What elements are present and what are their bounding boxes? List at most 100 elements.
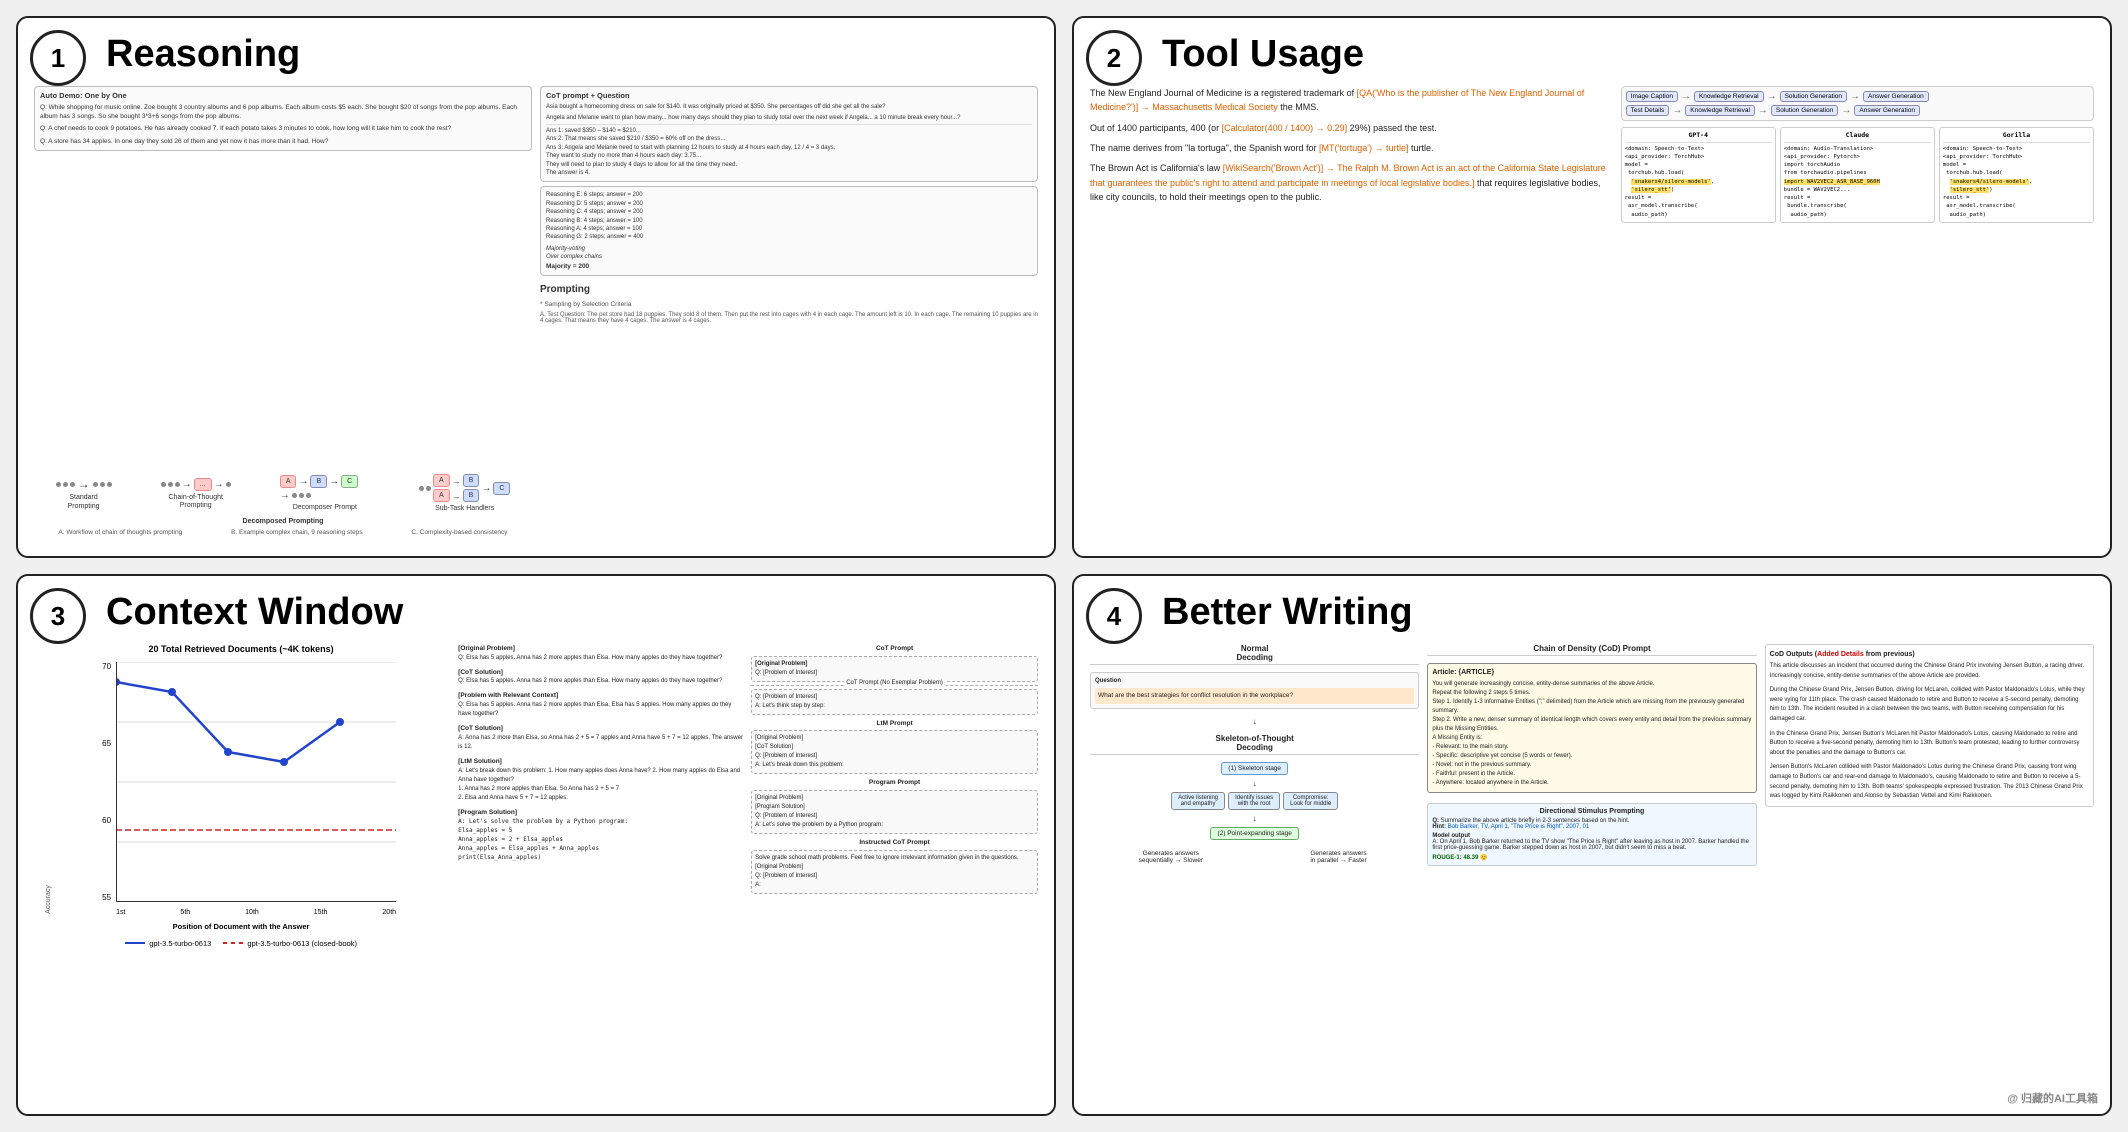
cot-prompt-content: Asia bought a homecoming dress on sale f… xyxy=(546,103,1032,111)
x-tick-10th: 10th xyxy=(245,909,259,916)
legend-gpt-solid: gpt-3.5-turbo-0613 xyxy=(125,939,211,948)
normal-divider: ↓ xyxy=(1090,717,1419,726)
card-context-window: 3 Context Window 20 Total Retrieved Docu… xyxy=(16,574,1056,1116)
writing-col-density: Chain of Density (CoD) Prompt Article: {… xyxy=(1427,644,1756,1094)
gpt4-code: <domain: Speech-to-Text> <api_provider: … xyxy=(1625,145,1772,219)
majority-voting: Majority-votingOver complex chains xyxy=(546,245,1032,262)
skeleton-diagram: (1) Skeleton stage ↓ Active listeningand… xyxy=(1090,762,1419,840)
directional-stimulus-box: Directional Stimulus Prompting Q: Summar… xyxy=(1427,803,1756,866)
reasoning-counts-box: Reasoning E: 6 steps; answer = 200 Reaso… xyxy=(540,186,1038,275)
chart-plot-area: 1st 5th 10th 15th 20th xyxy=(116,662,396,916)
context-col2: CoT Prompt [Original Problem] Q: [Proble… xyxy=(751,644,1038,1094)
sequential-label: Generates answerssequentially → Slower xyxy=(1090,850,1252,864)
pipeline-row-1: Image Caption → Knowledge Retrieval → So… xyxy=(1626,91,2089,102)
cot-prompt-label: CoT Prompt xyxy=(751,644,1038,654)
cot-sol2-text: A: Anna has 2 more than Elsa, so Anna ha… xyxy=(458,734,745,752)
question-1: Q: While shopping for music online. Zoe … xyxy=(40,103,526,121)
solution-gen-node-1: Solution Generation xyxy=(1780,91,1847,102)
x-axis-ticks: 1st 5th 10th 15th 20th xyxy=(116,907,396,916)
card-number-4: 4 xyxy=(1086,588,1142,644)
reasoning-left: Auto Demo: One by One Q: While shopping … xyxy=(34,86,532,536)
answer-gen-node-1: Answer Generation xyxy=(1863,91,1929,102)
footer-a: A. Workflow of chain of thoughts prompti… xyxy=(58,529,182,536)
footer-c: C. Complexity-based consistency xyxy=(411,529,507,536)
prompting-label: Prompting xyxy=(540,284,1038,295)
normal-question-text: What are the best strategies for conflic… xyxy=(1095,688,1414,704)
program-solution: [Program Solution] A: Let's solve the pr… xyxy=(458,808,745,863)
orig-prob-title: [Original Problem] xyxy=(458,644,745,654)
writing-col-normal: NormalDecoding Question What are the bes… xyxy=(1090,644,1419,1094)
original-problem: [Original Problem] Q: Elsa has 5 apples.… xyxy=(458,644,745,663)
gpt4-code-block: GPT-4 <domain: Speech-to-Text> <api_prov… xyxy=(1621,127,1776,223)
card-content-context: 20 Total Retrieved Documents (~4K tokens… xyxy=(34,644,1038,1094)
qa-highlight-1: [QA('Who is the publisher of The New Eng… xyxy=(1090,88,1584,112)
skel-arrow-2: ↓ xyxy=(1253,814,1257,823)
tool-usage-text: The New England Journal of Medicine is a… xyxy=(1090,86,1611,536)
claude-header: Claude xyxy=(1784,131,1931,143)
footer-b: B. Example complex chain, 9 reasoning st… xyxy=(231,529,363,536)
tool-para-3: The name derives from "la tortuga", the … xyxy=(1090,141,1611,155)
card-title-tool-usage: Tool Usage xyxy=(1162,34,2094,76)
cot-sol-title: [CoT Solution] xyxy=(458,668,745,678)
active-listening-box: Active listeningand empathy xyxy=(1171,792,1225,810)
mt-highlight: [MT('tortuga') → turtle] xyxy=(1319,143,1408,153)
cot-prompting-label: Chain-of-ThoughtPrompting xyxy=(168,494,222,511)
tool-para-1: The New England Journal of Medicine is a… xyxy=(1090,86,1611,115)
writing-inner: NormalDecoding Question What are the bes… xyxy=(1090,644,2094,1094)
tool-usage-inner: The New England Journal of Medicine is a… xyxy=(1090,86,2094,536)
standard-prompting-label: StandardPrompting xyxy=(68,494,100,511)
card-better-writing: 4 Better Writing NormalDecoding Question… xyxy=(1072,574,2112,1116)
x-tick-20th: 20th xyxy=(382,909,396,916)
y-axis-labels: 70 65 60 55 xyxy=(86,662,114,902)
tool-usage-diagrams: Image Caption → Knowledge Retrieval → So… xyxy=(1621,86,2094,536)
prob-context-title: [Problem with Relevant Context] xyxy=(458,691,745,701)
sampling-note: * Sampling by Selection Criteria xyxy=(540,301,1038,308)
card-title-context-window: Context Window xyxy=(106,592,1038,634)
program-prompt-label: Program Prompt xyxy=(751,778,1038,788)
y-tick-60: 60 xyxy=(102,816,111,825)
no-exemplar-label: CoT Prompt (No Exemplar Problem) xyxy=(843,679,946,688)
prog-sol-text: A: Let's solve the problem by a Python p… xyxy=(458,817,745,862)
reasoning-counts: Reasoning E: 6 steps; answer = 200 Reaso… xyxy=(546,191,1032,241)
solution-gen-node-2: Solution Generation xyxy=(1771,105,1838,116)
orig-prob-text: Q: Elsa has 5 apples. Anna has 2 more ap… xyxy=(458,654,745,663)
legend-gpt-closed-label: gpt-3.5-turbo-0613 (closed-book) xyxy=(247,939,357,948)
card-title-better-writing: Better Writing xyxy=(1162,592,2094,634)
reasoning-right: CoT prompt + Question Asia bought a home… xyxy=(540,86,1038,536)
y-axis-label: Accuracy xyxy=(45,885,52,914)
question-2: Q: A chef needs to cook 9 potatoes. He h… xyxy=(40,124,526,133)
ltm-sol-title: [LtM Solution] xyxy=(458,757,745,767)
knowledge-retrieval-node-1: Knowledge Retrieval xyxy=(1694,91,1764,102)
skeleton-header: Skeleton-of-ThoughtDecoding xyxy=(1090,734,1419,755)
compromise-box: Compromise:Look for middle xyxy=(1283,792,1338,810)
legend-solid-line xyxy=(125,942,145,944)
cot-prompt-answer: Angela and Melanie want to plan how many… xyxy=(546,114,1032,122)
cot-orig-text: Q: [Problem of Interest] xyxy=(755,669,1034,678)
legend-gpt-label: gpt-3.5-turbo-0613 xyxy=(149,939,211,948)
program-prompt-box: [Original Problem] [Program Solution] Q:… xyxy=(751,790,1038,834)
knowledge-retrieval-node-2: Knowledge Retrieval xyxy=(1685,105,1755,116)
pipeline-row-2: Test Details → Knowledge Retrieval → Sol… xyxy=(1626,105,2089,116)
skel-arrow-1: ↓ xyxy=(1253,779,1257,788)
ltm-prompt-text: [Original Problem] [CoT Solution] Q: [Pr… xyxy=(755,734,1034,770)
skeleton-stage-2: (2) Point-expanding stage xyxy=(1210,827,1298,840)
cot-sol2-title: [CoT Solution] xyxy=(458,724,745,734)
wiki-highlight: [WikiSearch('Brown Act')] → The Ralph M.… xyxy=(1090,163,1606,187)
context-inner: 20 Total Retrieved Documents (~4K tokens… xyxy=(34,644,1038,1094)
auto-demo-title: Auto Demo: One by One xyxy=(40,91,526,102)
subtask-block: A → B A → B xyxy=(419,474,510,513)
added-details-label: Added Details xyxy=(1817,651,1864,658)
code-comparison-grid: GPT-4 <domain: Speech-to-Text> <api_prov… xyxy=(1621,127,2094,223)
card-tool-usage: 2 Tool Usage The New England Journal of … xyxy=(1072,16,2112,558)
tool-para-2: Out of 1400 participants, 400 (or [Calcu… xyxy=(1090,121,1611,135)
claude-code: <domain: Audio-Translation> <api_provide… xyxy=(1784,145,1931,219)
card-content-tool-usage: The New England Journal of Medicine is a… xyxy=(1090,86,2094,536)
instructed-cot-box: Solve grade school math problems. Feel f… xyxy=(751,850,1038,894)
majority-value: Majority = 200 xyxy=(546,262,1032,271)
hint-text: Bob Barker, TV, April 1, "The Price is R… xyxy=(1448,824,1590,830)
cot-prompt-answer2: Ans 1: saved $350 – $140 = $210... Ans 2… xyxy=(546,124,1032,177)
question-3: Q: A store has 34 apples. In one day the… xyxy=(40,137,526,146)
cot-sol-text: Q: Elsa has 5 apples. Anna has 2 more ap… xyxy=(458,677,745,686)
pipe-arrow-2: → xyxy=(1767,91,1777,102)
cod-output-title: CoD Outputs (Added Details from previous… xyxy=(1770,649,2089,660)
